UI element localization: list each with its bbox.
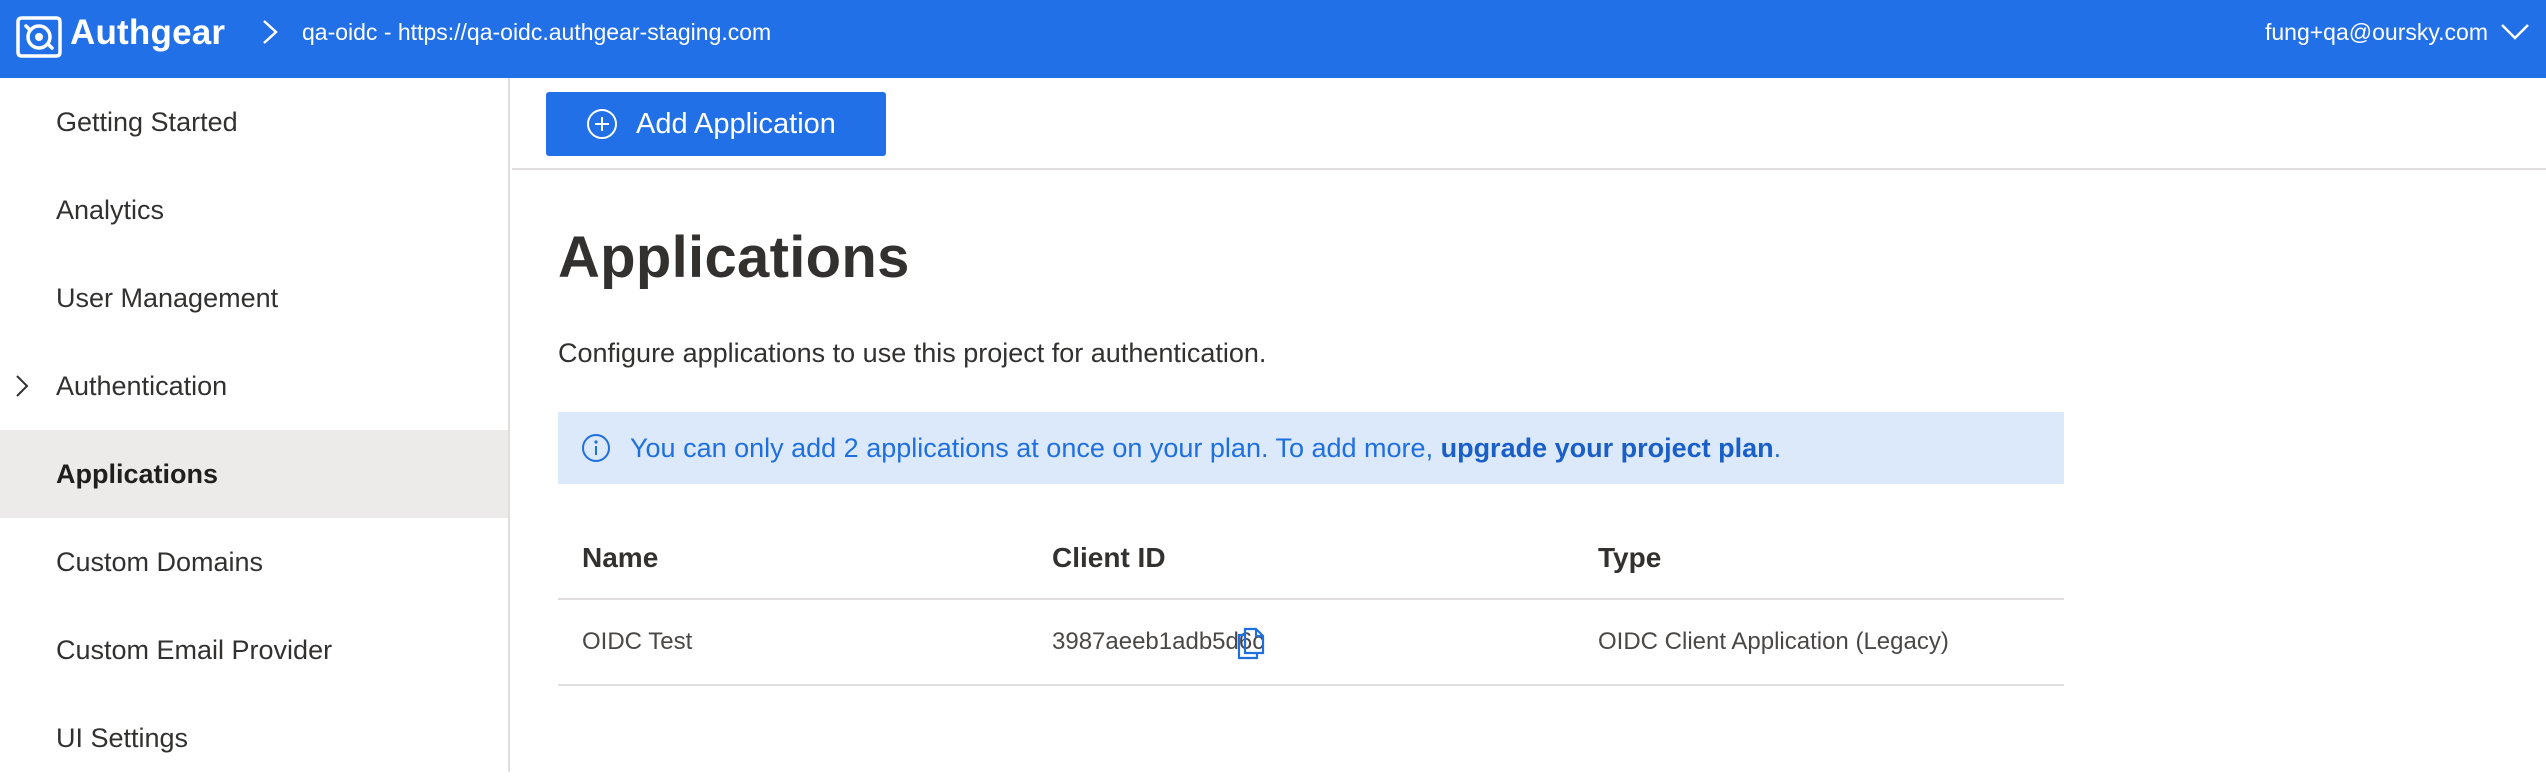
application-client-id: 3987aeeb1adb5d6c [1052,628,1265,655]
sidebar-item-ui-settings[interactable]: UI Settings [0,694,508,782]
application-name: OIDC Test [582,628,693,655]
sidebar-item-label: User Management [56,282,279,313]
plan-limit-message-bar: You can only add 2 applications at once … [558,412,2064,484]
sidebar-item-user-management[interactable]: User Management [0,254,508,342]
table-header: Name Client ID Type [558,516,2064,600]
project-breadcrumb: qa-oidc - https://qa-oidc.authgear-stagi… [302,19,772,45]
plus-circle-icon [587,109,617,139]
sidebar-item-applications[interactable]: Applications [0,430,508,518]
sidebar-item-label: Authentication [56,370,228,401]
sidebar-item-label: Custom Email Provider [56,634,333,665]
applications-table: Name Client ID Type OIDC Test 3987aeeb1a… [558,516,2064,686]
sidebar-item-custom-domains[interactable]: Custom Domains [0,518,508,606]
info-suffix: . [1773,432,1782,463]
table-row[interactable]: OIDC Test 3987aeeb1adb5d6c OIDC Client A… [558,600,2064,686]
info-text-wrapper: You can only add 2 applications at once … [630,433,1781,464]
sidebar-item-label: Getting Started [56,106,238,137]
column-header-name[interactable]: Name [582,542,658,574]
top-bar: Authgear qa-oidc - https://qa-oidc.authg… [0,0,2546,78]
copy-icon[interactable] [1236,626,1266,660]
column-header-client-id[interactable]: Client ID [1052,542,1166,574]
main-content: Applications Configure applications to u… [512,172,2546,772]
add-application-label: Add Application [636,107,836,140]
brand-name[interactable]: Authgear [70,12,225,54]
authgear-logo-icon[interactable] [14,12,64,62]
sidebar: Getting Started Analytics User Managemen… [0,78,510,772]
sidebar-item-label: Analytics [56,194,165,225]
sidebar-item-analytics[interactable]: Analytics [0,166,508,254]
chevron-right-icon [263,20,278,44]
upgrade-plan-link[interactable]: upgrade your project plan [1441,433,1774,463]
sidebar-item-label: UI Settings [56,722,189,753]
sidebar-item-custom-email-provider[interactable]: Custom Email Provider [0,606,508,694]
sidebar-item-authentication[interactable]: Authentication [0,342,508,430]
command-bar: Add Application [512,78,2546,170]
page-title: Applications [558,225,910,290]
application-type: OIDC Client Application (Legacy) [1598,628,1949,655]
info-text: You can only add 2 applications at once … [630,432,1441,463]
sidebar-item-getting-started[interactable]: Getting Started [0,78,508,166]
column-header-type[interactable]: Type [1598,542,1661,574]
add-application-button[interactable]: Add Application [546,92,886,156]
sidebar-item-label: Applications [56,458,219,489]
info-icon [582,434,610,462]
sidebar-item-label: Custom Domains [56,546,264,577]
page-description: Configure applications to use this proje… [558,338,1267,368]
chevron-down-icon[interactable] [2500,22,2530,42]
chevron-right-icon[interactable] [14,372,30,400]
user-email[interactable]: fung+qa@oursky.com [2265,16,2488,48]
